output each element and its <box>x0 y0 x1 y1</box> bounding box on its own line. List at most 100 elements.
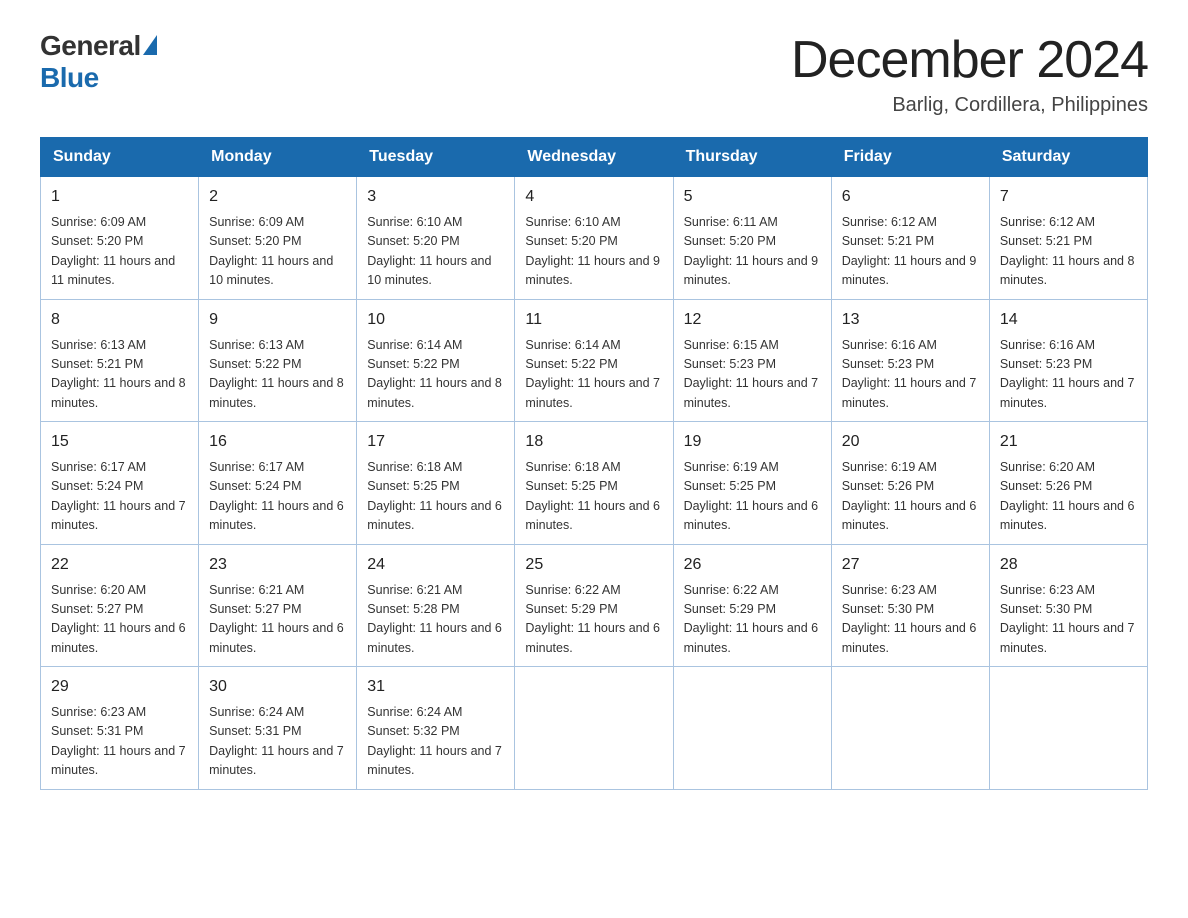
day-info: Sunrise: 6:23 AMSunset: 5:31 PMDaylight:… <box>51 703 188 781</box>
day-number: 25 <box>525 553 662 577</box>
calendar-cell: 4 Sunrise: 6:10 AMSunset: 5:20 PMDayligh… <box>515 177 673 300</box>
day-info: Sunrise: 6:16 AMSunset: 5:23 PMDaylight:… <box>842 336 979 414</box>
calendar-cell: 21 Sunrise: 6:20 AMSunset: 5:26 PMDaylig… <box>989 422 1147 545</box>
day-info: Sunrise: 6:10 AMSunset: 5:20 PMDaylight:… <box>367 213 504 291</box>
day-info: Sunrise: 6:13 AMSunset: 5:22 PMDaylight:… <box>209 336 346 414</box>
calendar-cell: 1 Sunrise: 6:09 AMSunset: 5:20 PMDayligh… <box>41 177 199 300</box>
day-info: Sunrise: 6:17 AMSunset: 5:24 PMDaylight:… <box>209 458 346 536</box>
calendar-cell <box>673 667 831 790</box>
calendar-cell: 22 Sunrise: 6:20 AMSunset: 5:27 PMDaylig… <box>41 544 199 667</box>
day-info: Sunrise: 6:10 AMSunset: 5:20 PMDaylight:… <box>525 213 662 291</box>
calendar-cell: 30 Sunrise: 6:24 AMSunset: 5:31 PMDaylig… <box>199 667 357 790</box>
calendar-cell: 11 Sunrise: 6:14 AMSunset: 5:22 PMDaylig… <box>515 299 673 422</box>
location-text: Barlig, Cordillera, Philippines <box>791 94 1148 117</box>
day-number: 3 <box>367 185 504 209</box>
day-info: Sunrise: 6:15 AMSunset: 5:23 PMDaylight:… <box>684 336 821 414</box>
calendar-week-4: 22 Sunrise: 6:20 AMSunset: 5:27 PMDaylig… <box>41 544 1148 667</box>
day-info: Sunrise: 6:24 AMSunset: 5:31 PMDaylight:… <box>209 703 346 781</box>
calendar-cell: 9 Sunrise: 6:13 AMSunset: 5:22 PMDayligh… <box>199 299 357 422</box>
calendar-cell: 18 Sunrise: 6:18 AMSunset: 5:25 PMDaylig… <box>515 422 673 545</box>
day-number: 18 <box>525 430 662 454</box>
calendar-cell: 29 Sunrise: 6:23 AMSunset: 5:31 PMDaylig… <box>41 667 199 790</box>
day-number: 28 <box>1000 553 1137 577</box>
day-info: Sunrise: 6:19 AMSunset: 5:26 PMDaylight:… <box>842 458 979 536</box>
day-number: 29 <box>51 675 188 699</box>
day-info: Sunrise: 6:21 AMSunset: 5:27 PMDaylight:… <box>209 581 346 659</box>
weekday-header-wednesday: Wednesday <box>515 138 673 177</box>
day-number: 23 <box>209 553 346 577</box>
day-info: Sunrise: 6:14 AMSunset: 5:22 PMDaylight:… <box>367 336 504 414</box>
day-number: 17 <box>367 430 504 454</box>
logo-general-text: General <box>40 30 141 62</box>
day-info: Sunrise: 6:09 AMSunset: 5:20 PMDaylight:… <box>51 213 188 291</box>
logo: General Blue <box>40 30 157 94</box>
day-info: Sunrise: 6:20 AMSunset: 5:27 PMDaylight:… <box>51 581 188 659</box>
calendar-cell: 24 Sunrise: 6:21 AMSunset: 5:28 PMDaylig… <box>357 544 515 667</box>
day-number: 27 <box>842 553 979 577</box>
day-info: Sunrise: 6:20 AMSunset: 5:26 PMDaylight:… <box>1000 458 1137 536</box>
day-number: 9 <box>209 308 346 332</box>
day-info: Sunrise: 6:12 AMSunset: 5:21 PMDaylight:… <box>842 213 979 291</box>
day-info: Sunrise: 6:09 AMSunset: 5:20 PMDaylight:… <box>209 213 346 291</box>
day-number: 2 <box>209 185 346 209</box>
day-info: Sunrise: 6:23 AMSunset: 5:30 PMDaylight:… <box>842 581 979 659</box>
day-number: 4 <box>525 185 662 209</box>
calendar-table: SundayMondayTuesdayWednesdayThursdayFrid… <box>40 137 1148 790</box>
calendar-cell: 6 Sunrise: 6:12 AMSunset: 5:21 PMDayligh… <box>831 177 989 300</box>
day-info: Sunrise: 6:23 AMSunset: 5:30 PMDaylight:… <box>1000 581 1137 659</box>
weekday-header-sunday: Sunday <box>41 138 199 177</box>
day-number: 20 <box>842 430 979 454</box>
day-info: Sunrise: 6:17 AMSunset: 5:24 PMDaylight:… <box>51 458 188 536</box>
day-number: 14 <box>1000 308 1137 332</box>
weekday-header-row: SundayMondayTuesdayWednesdayThursdayFrid… <box>41 138 1148 177</box>
calendar-cell: 7 Sunrise: 6:12 AMSunset: 5:21 PMDayligh… <box>989 177 1147 300</box>
day-number: 16 <box>209 430 346 454</box>
calendar-cell: 3 Sunrise: 6:10 AMSunset: 5:20 PMDayligh… <box>357 177 515 300</box>
calendar-cell: 2 Sunrise: 6:09 AMSunset: 5:20 PMDayligh… <box>199 177 357 300</box>
calendar-cell: 20 Sunrise: 6:19 AMSunset: 5:26 PMDaylig… <box>831 422 989 545</box>
day-number: 6 <box>842 185 979 209</box>
weekday-header-saturday: Saturday <box>989 138 1147 177</box>
day-number: 30 <box>209 675 346 699</box>
title-section: December 2024 Barlig, Cordillera, Philip… <box>791 30 1148 117</box>
day-number: 10 <box>367 308 504 332</box>
calendar-cell: 15 Sunrise: 6:17 AMSunset: 5:24 PMDaylig… <box>41 422 199 545</box>
calendar-cell: 14 Sunrise: 6:16 AMSunset: 5:23 PMDaylig… <box>989 299 1147 422</box>
page-header: General Blue December 2024 Barlig, Cordi… <box>40 30 1148 117</box>
calendar-cell: 8 Sunrise: 6:13 AMSunset: 5:21 PMDayligh… <box>41 299 199 422</box>
day-info: Sunrise: 6:14 AMSunset: 5:22 PMDaylight:… <box>525 336 662 414</box>
calendar-cell: 10 Sunrise: 6:14 AMSunset: 5:22 PMDaylig… <box>357 299 515 422</box>
calendar-week-2: 8 Sunrise: 6:13 AMSunset: 5:21 PMDayligh… <box>41 299 1148 422</box>
day-info: Sunrise: 6:22 AMSunset: 5:29 PMDaylight:… <box>525 581 662 659</box>
calendar-week-3: 15 Sunrise: 6:17 AMSunset: 5:24 PMDaylig… <box>41 422 1148 545</box>
day-info: Sunrise: 6:19 AMSunset: 5:25 PMDaylight:… <box>684 458 821 536</box>
day-number: 22 <box>51 553 188 577</box>
calendar-cell: 28 Sunrise: 6:23 AMSunset: 5:30 PMDaylig… <box>989 544 1147 667</box>
day-info: Sunrise: 6:21 AMSunset: 5:28 PMDaylight:… <box>367 581 504 659</box>
day-number: 13 <box>842 308 979 332</box>
weekday-header-monday: Monday <box>199 138 357 177</box>
day-number: 15 <box>51 430 188 454</box>
calendar-cell: 26 Sunrise: 6:22 AMSunset: 5:29 PMDaylig… <box>673 544 831 667</box>
weekday-header-tuesday: Tuesday <box>357 138 515 177</box>
day-number: 12 <box>684 308 821 332</box>
calendar-cell: 12 Sunrise: 6:15 AMSunset: 5:23 PMDaylig… <box>673 299 831 422</box>
calendar-cell: 27 Sunrise: 6:23 AMSunset: 5:30 PMDaylig… <box>831 544 989 667</box>
logo-blue-text: Blue <box>40 62 99 94</box>
calendar-cell <box>831 667 989 790</box>
weekday-header-thursday: Thursday <box>673 138 831 177</box>
day-info: Sunrise: 6:24 AMSunset: 5:32 PMDaylight:… <box>367 703 504 781</box>
day-info: Sunrise: 6:11 AMSunset: 5:20 PMDaylight:… <box>684 213 821 291</box>
logo-triangle-icon <box>143 35 157 55</box>
calendar-week-1: 1 Sunrise: 6:09 AMSunset: 5:20 PMDayligh… <box>41 177 1148 300</box>
calendar-cell: 16 Sunrise: 6:17 AMSunset: 5:24 PMDaylig… <box>199 422 357 545</box>
day-number: 31 <box>367 675 504 699</box>
day-info: Sunrise: 6:16 AMSunset: 5:23 PMDaylight:… <box>1000 336 1137 414</box>
day-number: 11 <box>525 308 662 332</box>
day-info: Sunrise: 6:13 AMSunset: 5:21 PMDaylight:… <box>51 336 188 414</box>
day-number: 19 <box>684 430 821 454</box>
day-number: 1 <box>51 185 188 209</box>
day-info: Sunrise: 6:18 AMSunset: 5:25 PMDaylight:… <box>367 458 504 536</box>
day-info: Sunrise: 6:12 AMSunset: 5:21 PMDaylight:… <box>1000 213 1137 291</box>
calendar-cell: 23 Sunrise: 6:21 AMSunset: 5:27 PMDaylig… <box>199 544 357 667</box>
